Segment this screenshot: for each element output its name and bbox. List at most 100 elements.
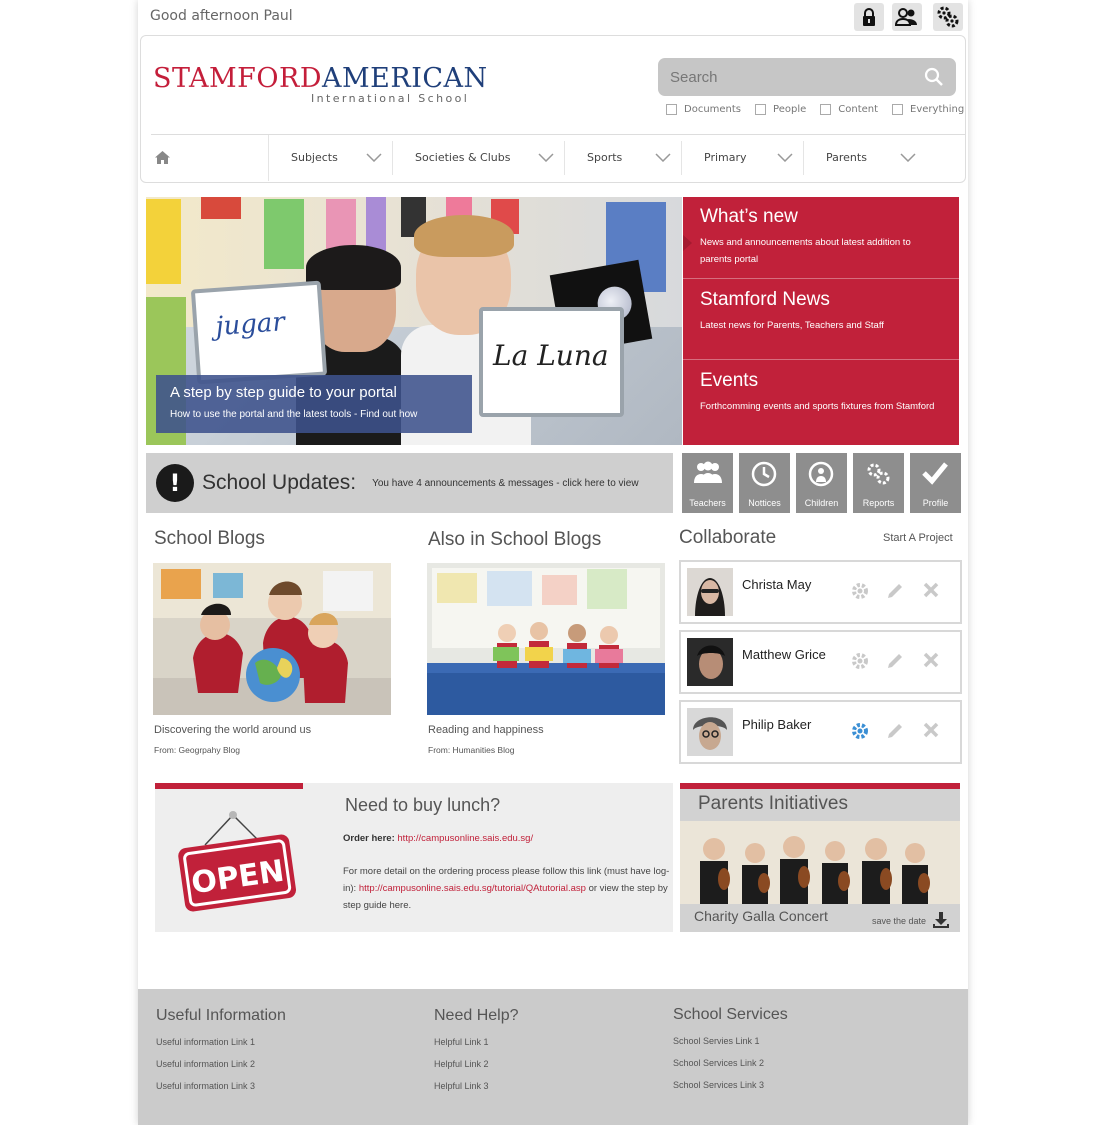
school-logo[interactable]: STAMFORDAMERICAN International School (153, 63, 488, 106)
pencil-icon[interactable] (886, 722, 904, 744)
settings-icon[interactable] (933, 3, 963, 31)
gear-icon-active[interactable] (851, 722, 869, 744)
search-icon[interactable] (924, 67, 944, 91)
hero-banner[interactable]: jugar La Luna A step by step guide to yo… (146, 197, 682, 445)
blog-caption[interactable]: Discovering the world around us (154, 724, 311, 736)
tile-reports[interactable]: Reports (853, 453, 904, 513)
footer-link[interactable]: Useful information Link 3 (156, 1081, 286, 1091)
collaborator-row[interactable]: Matthew Grice (679, 630, 962, 694)
search-input[interactable] (670, 68, 910, 86)
logo-part2: AMERICAN (322, 63, 488, 94)
order-line: Order here: http://campusonline.sais.edu… (343, 833, 533, 844)
close-icon[interactable] (923, 652, 939, 672)
nav-label: Parents (826, 151, 867, 164)
school-updates-bar[interactable]: ! School Updates: You have 4 announcemen… (146, 453, 673, 513)
pencil-icon[interactable] (886, 582, 904, 604)
greeting-text: Good afternoon Paul (150, 8, 293, 24)
accent-bar (155, 783, 303, 789)
filter-everything[interactable]: Everything (892, 104, 964, 115)
panel-stamford-news[interactable]: Stamford News Latest news for Parents, T… (683, 289, 959, 334)
footer-need-help: Need Help? Helpful Link 1 Helpful Link 2… (434, 1007, 519, 1091)
blog-image-globe[interactable] (153, 563, 391, 715)
parents-caption: Charity Galla Concert (694, 908, 828, 924)
footer-link[interactable]: Helpful Link 2 (434, 1059, 519, 1069)
lunch-heading: Need to buy lunch? (345, 795, 501, 815)
nav-item-primary[interactable]: Primary (682, 140, 804, 175)
chevron-down-icon (900, 153, 916, 162)
nav-label: Sports (587, 151, 623, 164)
save-date-link[interactable]: save the date (872, 912, 949, 928)
hero-caption-subtitle: How to use the portal and the latest too… (170, 409, 418, 420)
checkbox[interactable] (666, 104, 677, 115)
gear-icon[interactable] (851, 582, 869, 604)
blog-image-reading[interactable] (427, 563, 665, 715)
nav-home[interactable] (151, 134, 269, 181)
nav-item-parents[interactable]: Parents (804, 141, 926, 175)
checkbox[interactable] (755, 104, 767, 115)
nav-item-societies-clubs[interactable]: Societies & Clubs (393, 140, 565, 175)
tile-notices[interactable]: Nottices (739, 453, 790, 513)
order-link[interactable]: http://campusonline.sais.edu.sg/ (397, 833, 533, 844)
lock-icon[interactable] (854, 3, 884, 31)
blog-caption[interactable]: Reading and happiness (428, 724, 544, 736)
users-icon[interactable] (892, 3, 922, 31)
tutorial-link[interactable]: http://campusonline.sais.edu.sg/tutorial… (359, 883, 586, 894)
footer-link[interactable]: Helpful Link 1 (434, 1037, 519, 1047)
footer-link[interactable]: School Services Link 3 (673, 1080, 788, 1090)
filter-documents[interactable]: Documents (666, 104, 741, 115)
tile-label: Reports (862, 498, 895, 508)
close-icon[interactable] (923, 722, 939, 742)
filter-label: Documents (684, 104, 742, 115)
concert-photo (680, 821, 960, 904)
footer-useful-information: Useful Information Useful information Li… (156, 1007, 286, 1091)
avatar (687, 638, 733, 686)
checkbox[interactable] (820, 104, 832, 115)
nav-label: Primary (704, 151, 747, 164)
main-nav: Subjects Societies & Clubs Sports Primar… (151, 134, 966, 181)
blog-source: From: Humanities Blog (428, 745, 515, 755)
parents-initiatives-panel[interactable]: Parents Initiatives Charity Galla Concer… (680, 783, 960, 932)
filter-content[interactable]: Content (820, 104, 878, 115)
tile-label: Profile (922, 498, 949, 508)
school-blogs-heading: School Blogs (154, 528, 265, 549)
wall-poster (366, 197, 386, 252)
alert-icon: ! (156, 464, 194, 502)
nav-item-subjects[interactable]: Subjects (269, 140, 393, 175)
close-icon[interactable] (923, 582, 939, 602)
collaborator-row[interactable]: Philip Baker (679, 700, 962, 764)
tile-children[interactable]: Children (796, 453, 847, 513)
panel-events[interactable]: Events Forthcomming events and sports fi… (683, 370, 959, 415)
panel-title: Events (700, 370, 759, 391)
hero-caption[interactable]: A step by step guide to your portal How … (156, 375, 472, 433)
clock-icon (751, 461, 777, 487)
chevron-down-icon (366, 153, 382, 162)
filter-label: People (773, 104, 807, 115)
nav-item-sports[interactable]: Sports (565, 140, 682, 175)
checkbox[interactable] (892, 104, 904, 115)
gear-icon[interactable] (851, 652, 869, 674)
filter-people[interactable]: People (755, 104, 806, 115)
collaborator-row[interactable]: Christa May (679, 560, 962, 624)
footer-link[interactable]: School Services Link 2 (673, 1058, 788, 1068)
footer-link[interactable]: Helpful Link 3 (434, 1081, 519, 1091)
footer-heading: Useful Information (156, 1007, 286, 1024)
footer-link[interactable]: Useful information Link 2 (156, 1059, 286, 1069)
footer-link[interactable]: School Servies Link 1 (673, 1036, 788, 1046)
header: STAMFORDAMERICAN International School Do… (140, 35, 966, 183)
logo-subtitle: International School (311, 92, 470, 105)
panel-title: What’s new (700, 206, 798, 227)
search-bar (658, 58, 956, 96)
hero-caption-title: A step by step guide to your portal (170, 384, 397, 401)
chevron-down-icon (777, 153, 793, 162)
panel-whats-new[interactable]: What’s new News and announcements about … (683, 206, 959, 268)
panel-desc: Forthcomming events and sports fixtures … (700, 401, 935, 412)
tile-teachers[interactable]: Teachers (682, 453, 733, 513)
tile-profile[interactable]: Profile (910, 453, 961, 513)
start-project-link[interactable]: Start A Project (883, 532, 953, 544)
panel-desc: News and announcements about latest addi… (700, 237, 911, 265)
filter-label: Everything (910, 104, 965, 115)
wall-poster (264, 199, 304, 269)
divider (683, 278, 959, 279)
footer-link[interactable]: Useful information Link 1 (156, 1037, 286, 1047)
pencil-icon[interactable] (886, 652, 904, 674)
